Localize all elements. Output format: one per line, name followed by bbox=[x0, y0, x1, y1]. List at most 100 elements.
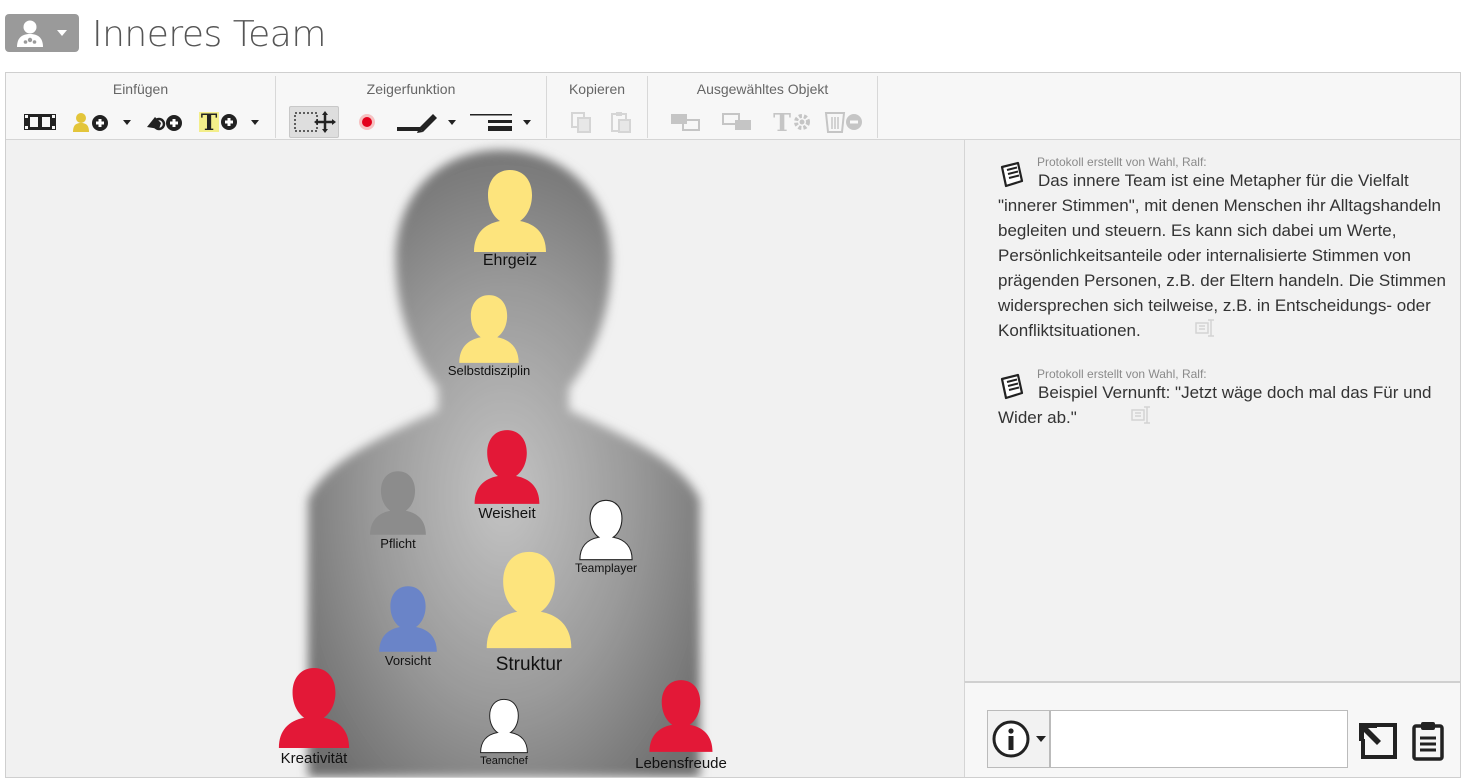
svg-text:T: T bbox=[201, 110, 218, 134]
person-icon bbox=[649, 680, 713, 752]
draw-line-tool[interactable] bbox=[394, 106, 440, 138]
person-icon bbox=[370, 471, 426, 535]
figure-teamchef[interactable]: Teamchef bbox=[469, 695, 539, 767]
line-width-dropdown[interactable] bbox=[520, 114, 534, 130]
edit-note-button[interactable] bbox=[1091, 405, 1153, 432]
select-move-icon bbox=[294, 111, 336, 133]
app-menu-button[interactable] bbox=[5, 14, 79, 52]
paste-icon bbox=[611, 112, 631, 133]
person-icon bbox=[480, 698, 528, 754]
clipboard-icon bbox=[1412, 722, 1444, 761]
figure-label: Lebensfreude bbox=[635, 755, 727, 772]
figure-pflicht[interactable]: Pflicht bbox=[358, 468, 438, 551]
toolbar-group-ausgewaehltes-objekt: Ausgewähltes Objekt T bbox=[648, 76, 878, 138]
note-text: Das innere Team ist eine Metapher für di… bbox=[998, 171, 1446, 340]
person-icon bbox=[379, 586, 437, 652]
note-text: Beispiel Vernunft: "Jetzt wäge doch mal … bbox=[998, 383, 1432, 427]
figure-lebensfreude[interactable]: Lebensfreude bbox=[631, 675, 731, 772]
figure-weisheit[interactable]: Weisheit bbox=[461, 427, 553, 522]
trash-remove-icon bbox=[824, 112, 862, 133]
send-backward-icon bbox=[722, 113, 751, 130]
line-width-icon bbox=[470, 114, 512, 131]
page-title: Inneres Team bbox=[92, 14, 326, 55]
copy-icon bbox=[571, 112, 591, 133]
delete-object-button[interactable] bbox=[822, 106, 866, 138]
group-label: Zeigerfunktion bbox=[366, 81, 456, 97]
figure-label: Weisheit bbox=[478, 505, 536, 522]
note-input[interactable] bbox=[1050, 710, 1348, 768]
film-frame-icon bbox=[24, 114, 56, 130]
add-object-button[interactable] bbox=[142, 106, 186, 138]
paste-button[interactable] bbox=[607, 106, 635, 138]
edit-text-icon bbox=[1194, 319, 1214, 337]
add-person-dropdown[interactable] bbox=[120, 114, 134, 130]
edit-note-button[interactable] bbox=[1155, 318, 1217, 345]
text-settings-button[interactable]: T bbox=[768, 106, 816, 138]
text-settings-icon: T bbox=[773, 110, 810, 134]
add-text-icon: T bbox=[199, 110, 237, 134]
group-label: Einfügen bbox=[112, 81, 169, 97]
team-canvas[interactable]: Ehrgeiz Selbstdisziplin Weisheit Pflicht bbox=[6, 140, 964, 777]
pointer-tool[interactable] bbox=[349, 106, 385, 138]
add-person-button[interactable] bbox=[70, 106, 112, 138]
send-note-button[interactable] bbox=[1355, 719, 1399, 766]
copy-button[interactable] bbox=[567, 106, 595, 138]
person-icon bbox=[579, 499, 633, 561]
figure-label: Struktur bbox=[495, 654, 563, 675]
figure-label: Pflicht bbox=[380, 536, 416, 551]
figure-label: Teamplayer bbox=[574, 561, 638, 575]
insert-background-button[interactable] bbox=[20, 106, 60, 138]
toolbar: Einfügen T Zeigerfunktion Kopieren Ausge… bbox=[6, 73, 1460, 140]
pen-icon bbox=[397, 114, 437, 133]
figure-vorsicht[interactable]: Vorsicht bbox=[368, 583, 448, 668]
add-text-button[interactable]: T bbox=[196, 106, 240, 138]
line-width-button[interactable] bbox=[466, 106, 516, 138]
toolbar-group-kopieren: Kopieren bbox=[547, 76, 648, 138]
send-backward-button[interactable] bbox=[718, 106, 758, 138]
editor-frame: Einfügen T Zeigerfunktion Kopieren Ausge… bbox=[5, 72, 1461, 778]
figure-ehrgeiz[interactable]: Ehrgeiz bbox=[464, 168, 556, 270]
protocol-note: Protokoll erstellt von Wahl, Ralf: Das i… bbox=[998, 155, 1454, 345]
toolbar-group-einfuegen: Einfügen T bbox=[6, 76, 276, 138]
info-icon bbox=[992, 720, 1030, 758]
svg-text:T: T bbox=[773, 110, 791, 134]
group-label: Ausgewähltes Objekt bbox=[696, 81, 829, 97]
add-object-icon bbox=[147, 115, 182, 131]
group-label: Kopieren bbox=[568, 81, 626, 97]
red-dot-icon bbox=[359, 114, 375, 130]
toolbar-group-zeigerfunktion: Zeigerfunktion bbox=[276, 76, 547, 138]
chevron-down-icon bbox=[57, 30, 67, 36]
note-meta: Protokoll erstellt von Wahl, Ralf: bbox=[1037, 155, 1207, 169]
document-icon bbox=[1000, 161, 1024, 188]
figure-kreativitaet[interactable]: Kreativität bbox=[264, 664, 364, 767]
select-move-tool[interactable] bbox=[289, 106, 339, 138]
add-person-icon bbox=[73, 113, 108, 132]
export-arrow-icon bbox=[1359, 723, 1397, 759]
person-icon bbox=[459, 295, 519, 363]
figure-label: Vorsicht bbox=[384, 653, 432, 668]
figure-selbstdisziplin[interactable]: Selbstdisziplin bbox=[439, 293, 539, 378]
note-text-container: Das innere Team ist eine Metapher für di… bbox=[998, 155, 1454, 345]
person-icon bbox=[474, 170, 546, 252]
person-icon bbox=[474, 430, 540, 504]
person-icon bbox=[278, 668, 350, 748]
figure-label: Ehrgeiz bbox=[482, 252, 538, 269]
add-text-dropdown[interactable] bbox=[248, 114, 262, 130]
document-icon bbox=[1000, 373, 1024, 400]
figure-label: Selbstdisziplin bbox=[447, 363, 531, 378]
note-type-dropdown[interactable] bbox=[987, 710, 1050, 768]
figure-label: Teamchef bbox=[480, 755, 528, 767]
line-color-dropdown[interactable] bbox=[445, 114, 459, 130]
clipboard-button[interactable] bbox=[1411, 721, 1445, 766]
figure-struktur[interactable]: Struktur bbox=[474, 548, 584, 676]
note-composer bbox=[964, 681, 1460, 777]
protocol-note: Protokoll erstellt von Wahl, Ralf: Beisp… bbox=[998, 367, 1454, 432]
edit-text-icon bbox=[1131, 406, 1150, 424]
note-meta: Protokoll erstellt von Wahl, Ralf: bbox=[1037, 367, 1207, 381]
protocol-panel: Protokoll erstellt von Wahl, Ralf: Das i… bbox=[964, 140, 1460, 681]
chevron-down-icon bbox=[1036, 736, 1046, 742]
bring-forward-button[interactable] bbox=[666, 106, 706, 138]
person-icon bbox=[486, 551, 572, 649]
user-group-icon bbox=[17, 20, 43, 47]
bring-forward-icon bbox=[671, 114, 700, 131]
